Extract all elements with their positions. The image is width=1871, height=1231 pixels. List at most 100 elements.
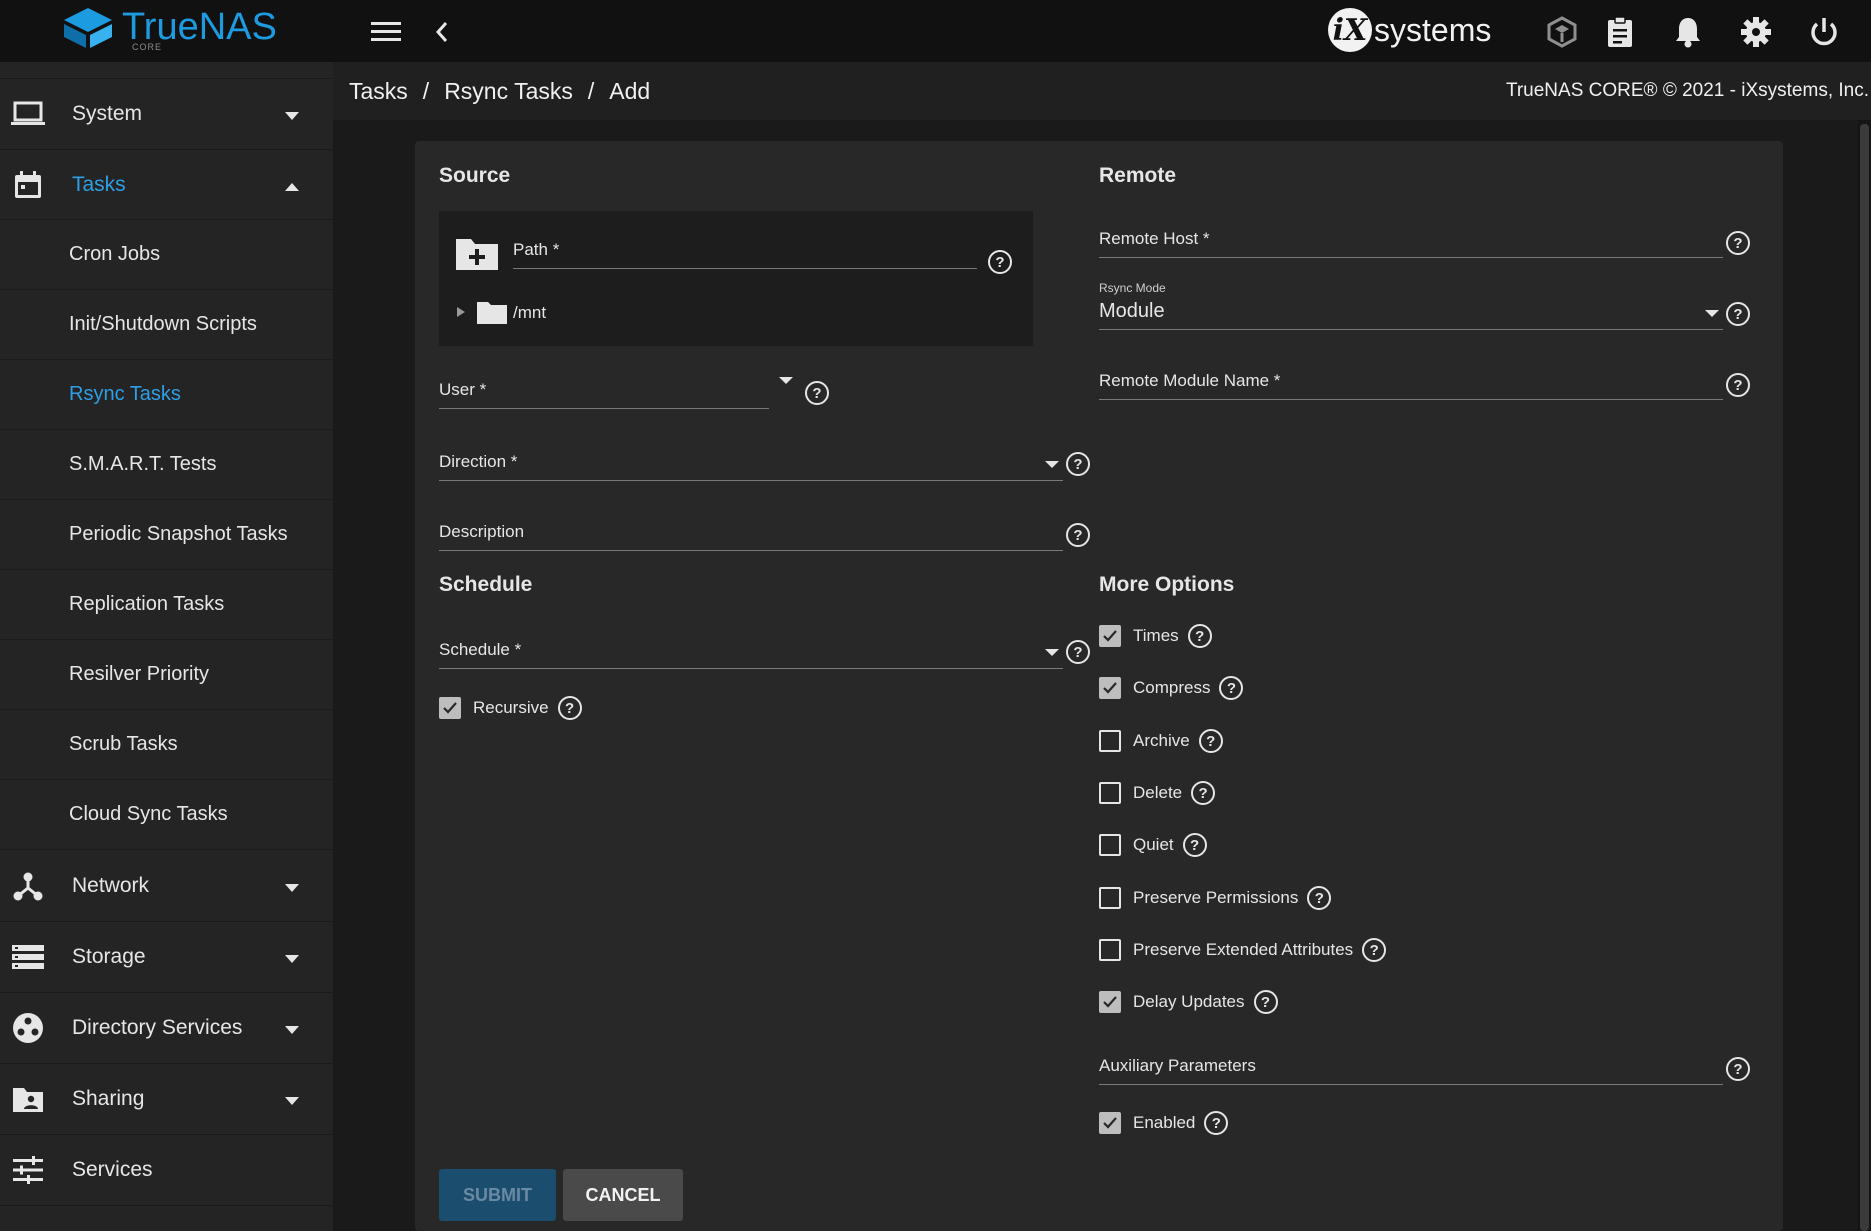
add-folder-icon[interactable]	[455, 235, 499, 276]
remote-host-input[interactable]: Remote Host *	[1099, 222, 1723, 258]
description-input[interactable]: Description	[439, 515, 1063, 551]
laptop-icon	[10, 96, 46, 132]
tree-expand-icon[interactable]	[457, 307, 465, 317]
quiet-checkbox-row[interactable]: Quiet?	[1099, 833, 1207, 857]
delay-updates-checkbox[interactable]	[1099, 991, 1121, 1013]
rsync-mode-dropdown-icon	[1705, 310, 1719, 317]
sidebar-item-storage[interactable]: Storage	[0, 922, 333, 993]
truenas-logo[interactable]: TrueNAS CORE	[62, 6, 277, 52]
compress-help-icon[interactable]: ?	[1219, 676, 1244, 700]
schedule-select[interactable]: Schedule *	[439, 633, 1063, 669]
shared-folder-icon	[10, 1081, 46, 1117]
sidebar-item-sharing[interactable]: Sharing	[0, 1064, 333, 1135]
enabled-help-icon[interactable]: ?	[1204, 1111, 1229, 1135]
folder-icon	[477, 300, 507, 329]
quiet-checkbox[interactable]	[1099, 834, 1121, 856]
more-options-section-title: More Options	[1099, 573, 1235, 596]
submit-button[interactable]: SUBMIT	[439, 1169, 556, 1221]
sidebar-subitem-rsync-tasks[interactable]: Rsync Tasks	[0, 360, 333, 430]
recursive-help-icon[interactable]: ?	[557, 696, 582, 720]
breadcrumb-tasks[interactable]: Tasks	[349, 78, 408, 105]
sidebar-subitem-replication-tasks[interactable]: Replication Tasks	[0, 570, 333, 640]
sidebar-item-tasks[interactable]: Tasks	[0, 150, 333, 220]
archive-help-icon[interactable]: ?	[1198, 729, 1223, 753]
ixsystems-logo[interactable]: iX systems	[1328, 8, 1491, 52]
sidebar-subitem-cron-jobs[interactable]: Cron Jobs	[0, 220, 333, 290]
remote-module-help-icon[interactable]: ?	[1726, 373, 1750, 397]
auxiliary-parameters-help-icon[interactable]: ?	[1726, 1057, 1750, 1081]
times-checkbox-row[interactable]: Times?	[1099, 624, 1212, 648]
description-help-icon[interactable]: ?	[1066, 523, 1090, 547]
recursive-label: Recursive	[473, 698, 549, 717]
sidebar-item-label: Tasks	[72, 172, 126, 196]
archive-checkbox[interactable]	[1099, 730, 1121, 752]
clipboard-icon[interactable]	[1600, 12, 1640, 52]
enabled-checkbox-row[interactable]: Enabled ?	[1099, 1111, 1229, 1135]
direction-select[interactable]: Direction *	[439, 445, 1063, 481]
user-select[interactable]: User *	[439, 373, 769, 409]
user-help-icon[interactable]: ?	[805, 381, 829, 405]
remote-host-help-icon[interactable]: ?	[1726, 231, 1750, 255]
delete-help-icon[interactable]: ?	[1191, 781, 1216, 805]
archive-checkbox-row[interactable]: Archive?	[1099, 729, 1223, 753]
truecommand-icon[interactable]	[1542, 12, 1582, 52]
direction-help-icon[interactable]: ?	[1066, 452, 1090, 476]
delete-checkbox-row[interactable]: Delete?	[1099, 781, 1216, 805]
breadcrumb: Tasks / Rsync Tasks / Add	[349, 77, 651, 105]
quiet-help-icon[interactable]: ?	[1182, 833, 1207, 857]
remote-module-name-input[interactable]: Remote Module Name *	[1099, 364, 1723, 400]
sidebar-item-services[interactable]: Services	[0, 1135, 333, 1206]
sidebar-item-directory-services[interactable]: Directory Services	[0, 993, 333, 1064]
sidebar-item-system[interactable]: System	[0, 78, 333, 150]
breadcrumb-rsync-tasks[interactable]: Rsync Tasks	[444, 78, 573, 105]
sidebar-subitem-periodic-snapshot-tasks[interactable]: Periodic Snapshot Tasks	[0, 500, 333, 570]
sidebar-item-label: Directory Services	[72, 1016, 243, 1039]
scrollbar-thumb[interactable]	[1860, 124, 1869, 1231]
delay-updates-checkbox-row[interactable]: Delay Updates?	[1099, 990, 1278, 1014]
delay-updates-help-icon[interactable]: ?	[1253, 990, 1278, 1014]
sidebar-item-network[interactable]: Network	[0, 850, 333, 922]
compress-label: Compress	[1133, 678, 1211, 697]
sidebar-subitem-scrub-tasks[interactable]: Scrub Tasks	[0, 710, 333, 780]
notifications-bell-icon[interactable]	[1668, 12, 1708, 52]
cancel-button[interactable]: CANCEL	[563, 1169, 683, 1221]
breadcrumb-add: Add	[609, 77, 651, 104]
rsync-mode-help-icon[interactable]: ?	[1726, 302, 1750, 326]
menu-icon[interactable]	[366, 12, 406, 52]
preserve-extended-attributes-checkbox[interactable]	[1099, 939, 1121, 961]
settings-gear-icon[interactable]	[1736, 12, 1776, 52]
path-help-icon[interactable]: ?	[988, 250, 1012, 274]
sidebar-item-label: Network	[72, 873, 150, 897]
rsync-mode-value: Module	[1099, 300, 1165, 322]
auxiliary-parameters-input[interactable]: Auxiliary Parameters	[1099, 1049, 1723, 1085]
delete-checkbox[interactable]	[1099, 782, 1121, 804]
quiet-label: Quiet	[1133, 835, 1174, 854]
schedule-help-icon[interactable]: ?	[1066, 640, 1090, 664]
tree-node-mnt[interactable]: /mnt	[513, 303, 546, 323]
power-icon[interactable]	[1804, 12, 1844, 52]
compress-checkbox[interactable]	[1099, 677, 1121, 699]
ixsystems-logo-icon: iX	[1328, 8, 1372, 52]
sidebar-subitem-init-shutdown-scripts[interactable]: Init/Shutdown Scripts	[0, 290, 333, 360]
preserve-extended-attributes-checkbox-row[interactable]: Preserve Extended Attributes?	[1099, 938, 1387, 962]
chevron-up-icon	[285, 173, 299, 197]
truenas-logo-icon	[64, 8, 112, 48]
user-dropdown-icon[interactable]	[779, 377, 793, 384]
delete-label: Delete	[1133, 783, 1183, 802]
path-input[interactable]: Path *	[513, 235, 977, 269]
times-checkbox[interactable]	[1099, 625, 1121, 647]
compress-checkbox-row[interactable]: Compress?	[1099, 676, 1244, 700]
preserve-permissions-help-icon[interactable]: ?	[1307, 886, 1332, 910]
sidebar-subitem-cloud-sync-tasks[interactable]: Cloud Sync Tasks	[0, 780, 333, 850]
enabled-checkbox[interactable]	[1099, 1112, 1121, 1134]
chevron-left-icon[interactable]	[422, 12, 462, 52]
rsync-mode-select[interactable]: Module	[1099, 292, 1723, 330]
recursive-checkbox[interactable]	[439, 697, 461, 719]
recursive-checkbox-row[interactable]: Recursive ?	[439, 696, 582, 720]
sidebar-subitem-smart-tests[interactable]: S.M.A.R.T. Tests	[0, 430, 333, 500]
preserve-permissions-checkbox-row[interactable]: Preserve Permissions?	[1099, 886, 1332, 910]
times-help-icon[interactable]: ?	[1187, 624, 1212, 648]
preserve-extended-attributes-help-icon[interactable]: ?	[1362, 938, 1387, 962]
preserve-permissions-checkbox[interactable]	[1099, 887, 1121, 909]
sidebar-subitem-resilver-priority[interactable]: Resilver Priority	[0, 640, 333, 710]
